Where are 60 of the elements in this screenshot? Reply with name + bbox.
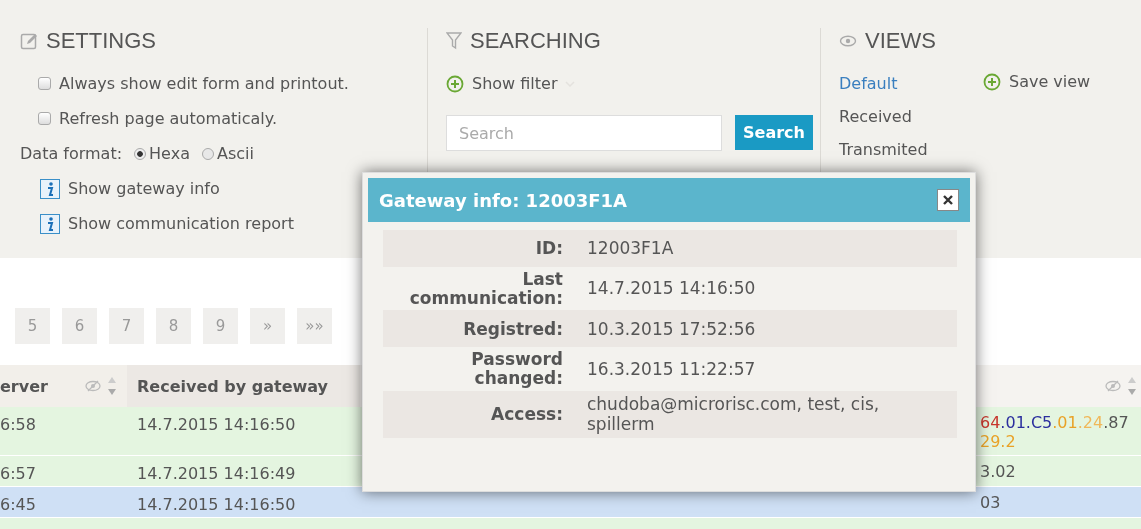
option-label: Always show edit form and printout. [59, 74, 349, 93]
checkbox[interactable] [38, 112, 51, 125]
page-button[interactable]: 9 [203, 308, 238, 344]
field-value: 16.3.2015 11:22:57 [587, 358, 757, 380]
section-title: VIEWS [865, 28, 936, 54]
search-field[interactable]: Search [446, 115, 722, 151]
table-cell-text: 6:57 [0, 463, 37, 485]
table-cell-text: 14.7.2015 14:16:50 [136, 494, 297, 516]
table-cell-text: 6:45 [0, 494, 37, 516]
data-cell-text: 3.02 [980, 461, 1017, 483]
radio-label: Ascii [216, 144, 254, 163]
field-label: Password changed: [470, 350, 563, 388]
page-button[interactable]: 6 [62, 308, 97, 344]
field-value: 10.3.2015 17:52:56 [587, 318, 757, 340]
section-title: SETTINGS [46, 28, 156, 54]
hidden-eye-icon[interactable] [85, 380, 101, 392]
table-cell-text: 14.7.2015 14:16:49 [136, 463, 297, 485]
info-icon[interactable] [40, 178, 60, 199]
view-link[interactable]: Default [839, 74, 983, 93]
plus-icon [446, 74, 464, 93]
data-cell-text: 64.01.C5.01.24.87 29.2 [980, 412, 1130, 453]
option-label: Refresh page automaticaly. [59, 109, 277, 128]
page-button[interactable]: 7 [109, 308, 144, 344]
radio-button[interactable] [134, 147, 147, 160]
column-header[interactable]: erver [0, 376, 48, 396]
edit-icon [20, 32, 38, 50]
field-value: chudoba@microrisc.com, test, cis, spillerm [587, 393, 881, 435]
field-label: Last communication: [408, 270, 563, 308]
page-button[interactable]: » [250, 308, 285, 344]
section-title: SEARCHING [470, 28, 601, 54]
view-link[interactable]: Transmited [839, 140, 983, 159]
eye-icon [839, 35, 857, 47]
info-link[interactable]: Show gateway info [68, 179, 220, 198]
show-filter-link[interactable]: Show filter [472, 74, 558, 93]
close-icon [943, 195, 953, 205]
data-format-label: Data format: [20, 144, 123, 163]
radio-button[interactable] [201, 147, 214, 160]
checkbox[interactable] [38, 77, 51, 90]
page-button[interactable]: »» [297, 308, 332, 344]
info-link[interactable]: Show communication report [68, 214, 294, 233]
field-label: Registred: [462, 319, 563, 339]
search-button[interactable]: Search [735, 115, 813, 150]
view-link[interactable]: Received [839, 107, 983, 126]
save-view-link[interactable]: Save view [1009, 72, 1091, 91]
page-button[interactable]: 8 [156, 308, 191, 344]
table-cell-text: 14.7.2015 14:16:50 [136, 414, 297, 436]
info-icon[interactable] [40, 213, 60, 234]
dialog-title: Gateway info: 12003F1A [379, 189, 627, 211]
field-value: 14.7.2015 14:16:50 [587, 278, 757, 299]
field-label: Access: [490, 404, 563, 424]
plus-icon [983, 72, 1001, 91]
data-cell-text: 03 [980, 492, 1002, 514]
field-value: 12003F1A [587, 238, 675, 259]
hidden-eye-icon[interactable] [1105, 380, 1121, 392]
filter-icon [446, 32, 462, 50]
table-cell-text: 6:58 [0, 414, 37, 436]
radio-label: Hexa [149, 144, 190, 163]
page-button[interactable]: 5 [15, 308, 50, 344]
field-label: ID: [534, 239, 563, 258]
close-button[interactable] [937, 189, 959, 211]
